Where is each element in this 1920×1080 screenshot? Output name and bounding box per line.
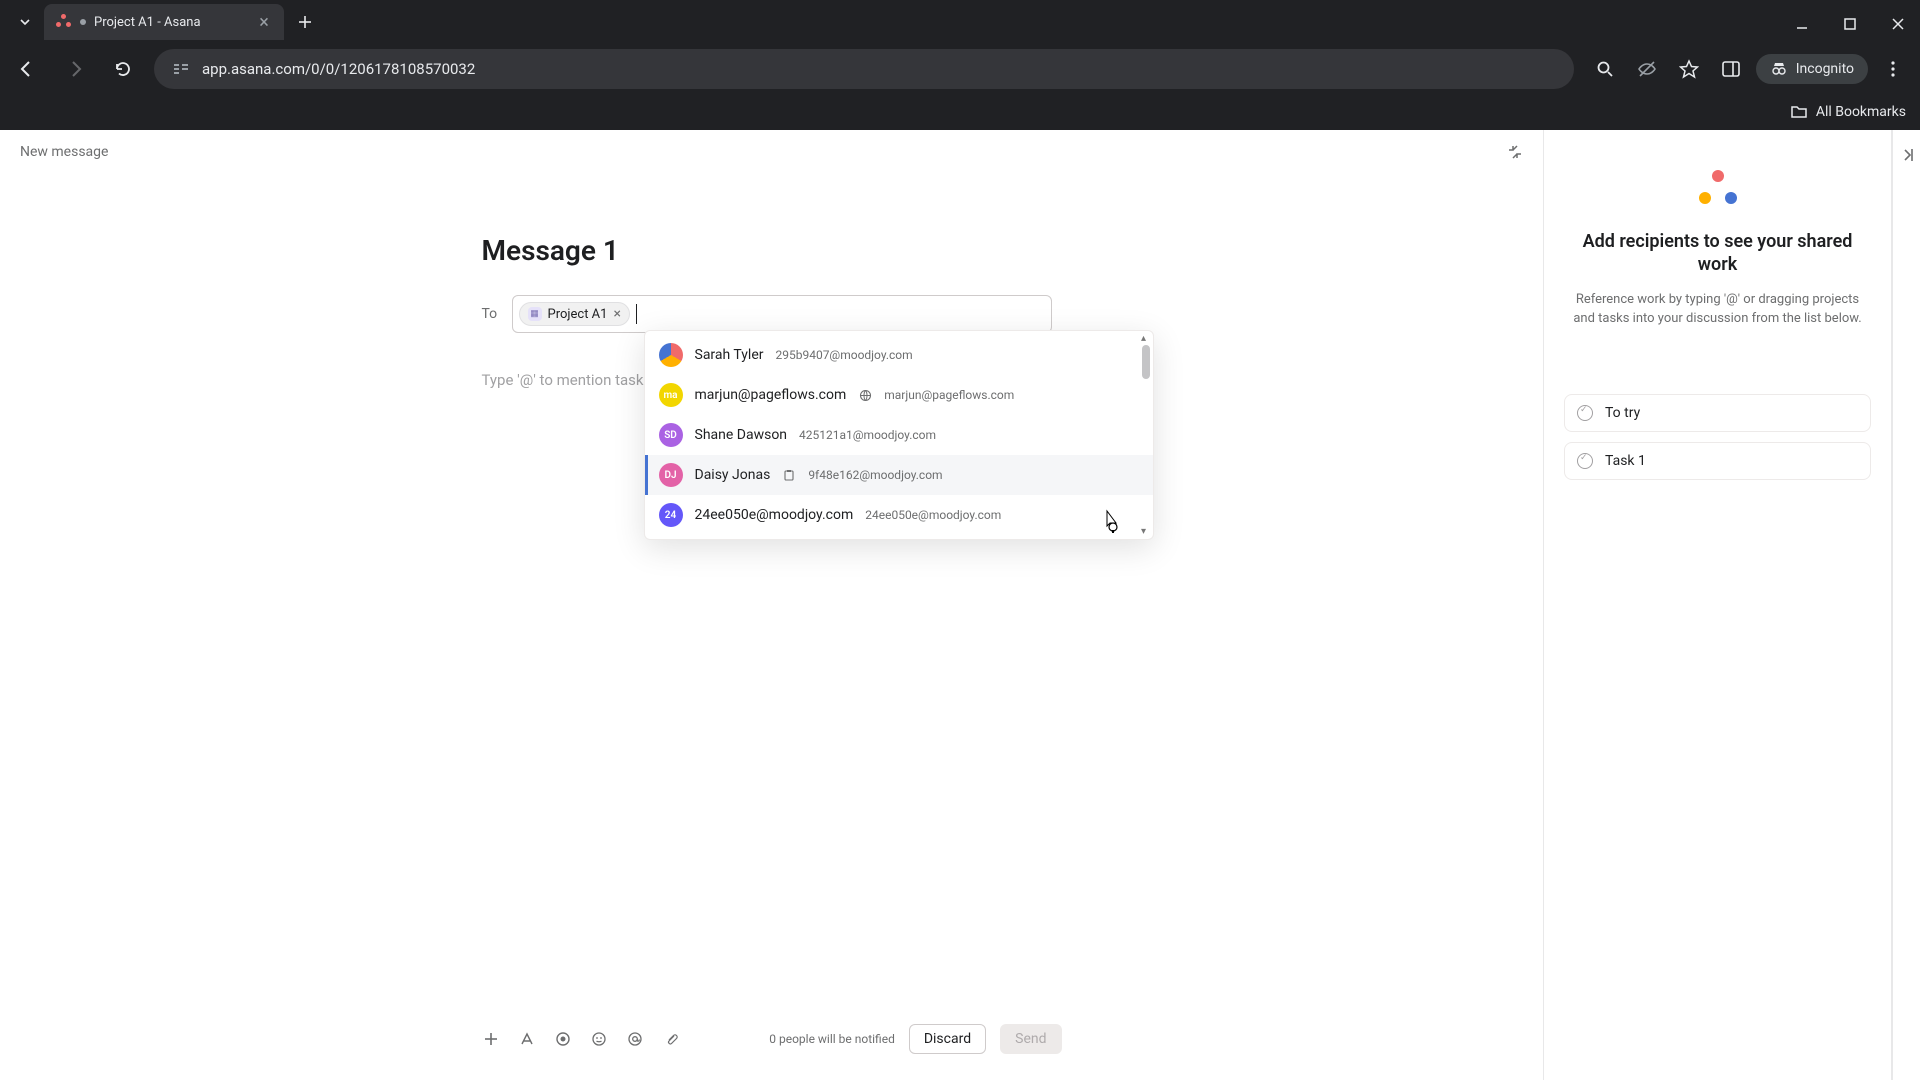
dropdown-scroll-thumb[interactable] [1142,345,1150,379]
browser-tab-active[interactable]: Project A1 - Asana × [44,4,284,40]
url-text: app.asana.com/0/0/1206178108570032 [202,60,1556,78]
attach-file-icon[interactable] [662,1030,680,1048]
recipient-option-name: Daisy Jonas [695,467,771,483]
side-panel-icon[interactable] [1714,52,1748,86]
check-circle-icon [1577,453,1593,469]
to-label: To [482,306,500,322]
recipient-option-name: 24ee050e@moodjoy.com [695,507,854,523]
to-input[interactable]: ▦ Project A1 × [512,295,1052,333]
tab-title: Project A1 - Asana [94,15,248,30]
reload-button[interactable] [106,52,140,86]
collapse-right-panel-icon[interactable] [1898,146,1916,164]
recipient-option-name: Sarah Tyler [695,347,764,363]
minimize-composer-icon[interactable] [1507,144,1523,160]
recipient-option-email: marjun@pageflows.com [884,388,1014,402]
recipient-option-name: Shane Dawson [695,427,788,443]
address-bar[interactable]: app.asana.com/0/0/1206178108570032 [154,49,1574,89]
mention-icon[interactable] [626,1030,644,1048]
send-button: Send [1000,1024,1061,1054]
avatar: DJ [659,463,683,487]
asana-logo-icon [1697,170,1739,212]
incognito-badge[interactable]: Incognito [1756,54,1868,84]
check-circle-icon [1577,405,1593,421]
shared-task-item[interactable]: Task 1 [1564,442,1871,480]
bookmark-star-icon[interactable] [1672,52,1706,86]
to-text-field[interactable] [636,304,1045,324]
window-close[interactable] [1886,12,1910,36]
forward-button [58,52,92,86]
right-panel-description: Reference work by typing '@' or dragging… [1568,291,1867,329]
site-info-icon[interactable] [172,60,190,78]
folder-icon [1790,103,1808,121]
scroll-down-arrow-icon[interactable]: ▾ [1141,526,1146,537]
avatar [659,343,683,367]
recipient-chip-remove[interactable]: × [613,306,620,322]
tab-search-dropdown[interactable] [10,7,40,37]
eye-off-icon[interactable] [1630,52,1664,86]
new-tab-button[interactable] [288,5,322,39]
shared-task-label: Task 1 [1605,453,1646,469]
recipient-chip[interactable]: ▦ Project A1 × [519,302,630,326]
format-icon[interactable] [518,1030,536,1048]
recipient-option[interactable]: SD Shane Dawson 425121a1@moodjoy.com [645,415,1153,455]
breadcrumb: New message [20,144,108,160]
window-minimize[interactable] [1790,12,1814,36]
incognito-icon [1770,60,1788,78]
clipboard-icon [782,468,796,482]
scroll-up-arrow-icon[interactable]: ▴ [1141,333,1146,344]
recipient-option[interactable]: 24 24ee050e@moodjoy.com 24ee050e@moodjoy.c… [645,495,1153,535]
record-icon[interactable] [554,1030,572,1048]
tab-dirty-indicator [80,19,86,25]
shared-task-item[interactable]: To try [1564,394,1871,432]
asana-favicon-icon [56,14,72,30]
avatar: ma [659,383,683,407]
emoji-icon[interactable] [590,1030,608,1048]
recipient-option[interactable]: DJ Daisy Jonas 9f48e162@moodjoy.com [645,455,1153,495]
tab-close-icon[interactable]: × [256,14,272,30]
globe-icon [858,388,872,402]
recipient-option-name: marjun@pageflows.com [695,387,847,403]
recipient-option-email: 24ee050e@moodjoy.com [865,508,1001,522]
recipient-dropdown: Sarah Tyler 295b9407@moodjoy.com ma marjun@… [644,330,1154,540]
avatar: SD [659,423,683,447]
recipient-option[interactable]: Sarah Tyler 295b9407@moodjoy.com [645,335,1153,375]
browser-menu-icon[interactable] [1876,52,1910,86]
project-chip-icon: ▦ [528,307,542,321]
add-attachment-icon[interactable] [482,1030,500,1048]
discard-button[interactable]: Discard [909,1024,986,1054]
all-bookmarks-button[interactable]: All Bookmarks [1790,103,1906,121]
message-subject[interactable]: Message 1 [482,234,1062,267]
right-panel-title: Add recipients to see your shared work [1568,230,1867,277]
notify-count-text: 0 people will be notified [769,1032,895,1046]
incognito-label: Incognito [1796,61,1854,77]
recipient-option-email: 9f48e162@moodjoy.com [808,468,942,482]
recipient-option-email: 425121a1@moodjoy.com [799,428,936,442]
back-button[interactable] [10,52,44,86]
avatar: 24 [659,503,683,527]
recipient-chip-label: Project A1 [548,307,608,322]
shared-task-label: To try [1605,405,1640,421]
recipient-option-email: 295b9407@moodjoy.com [775,348,912,362]
window-maximize[interactable] [1838,12,1862,36]
search-icon[interactable] [1588,52,1622,86]
all-bookmarks-label: All Bookmarks [1816,104,1906,120]
recipient-option[interactable]: ma marjun@pageflows.com marjun@pageflows.c… [645,375,1153,415]
